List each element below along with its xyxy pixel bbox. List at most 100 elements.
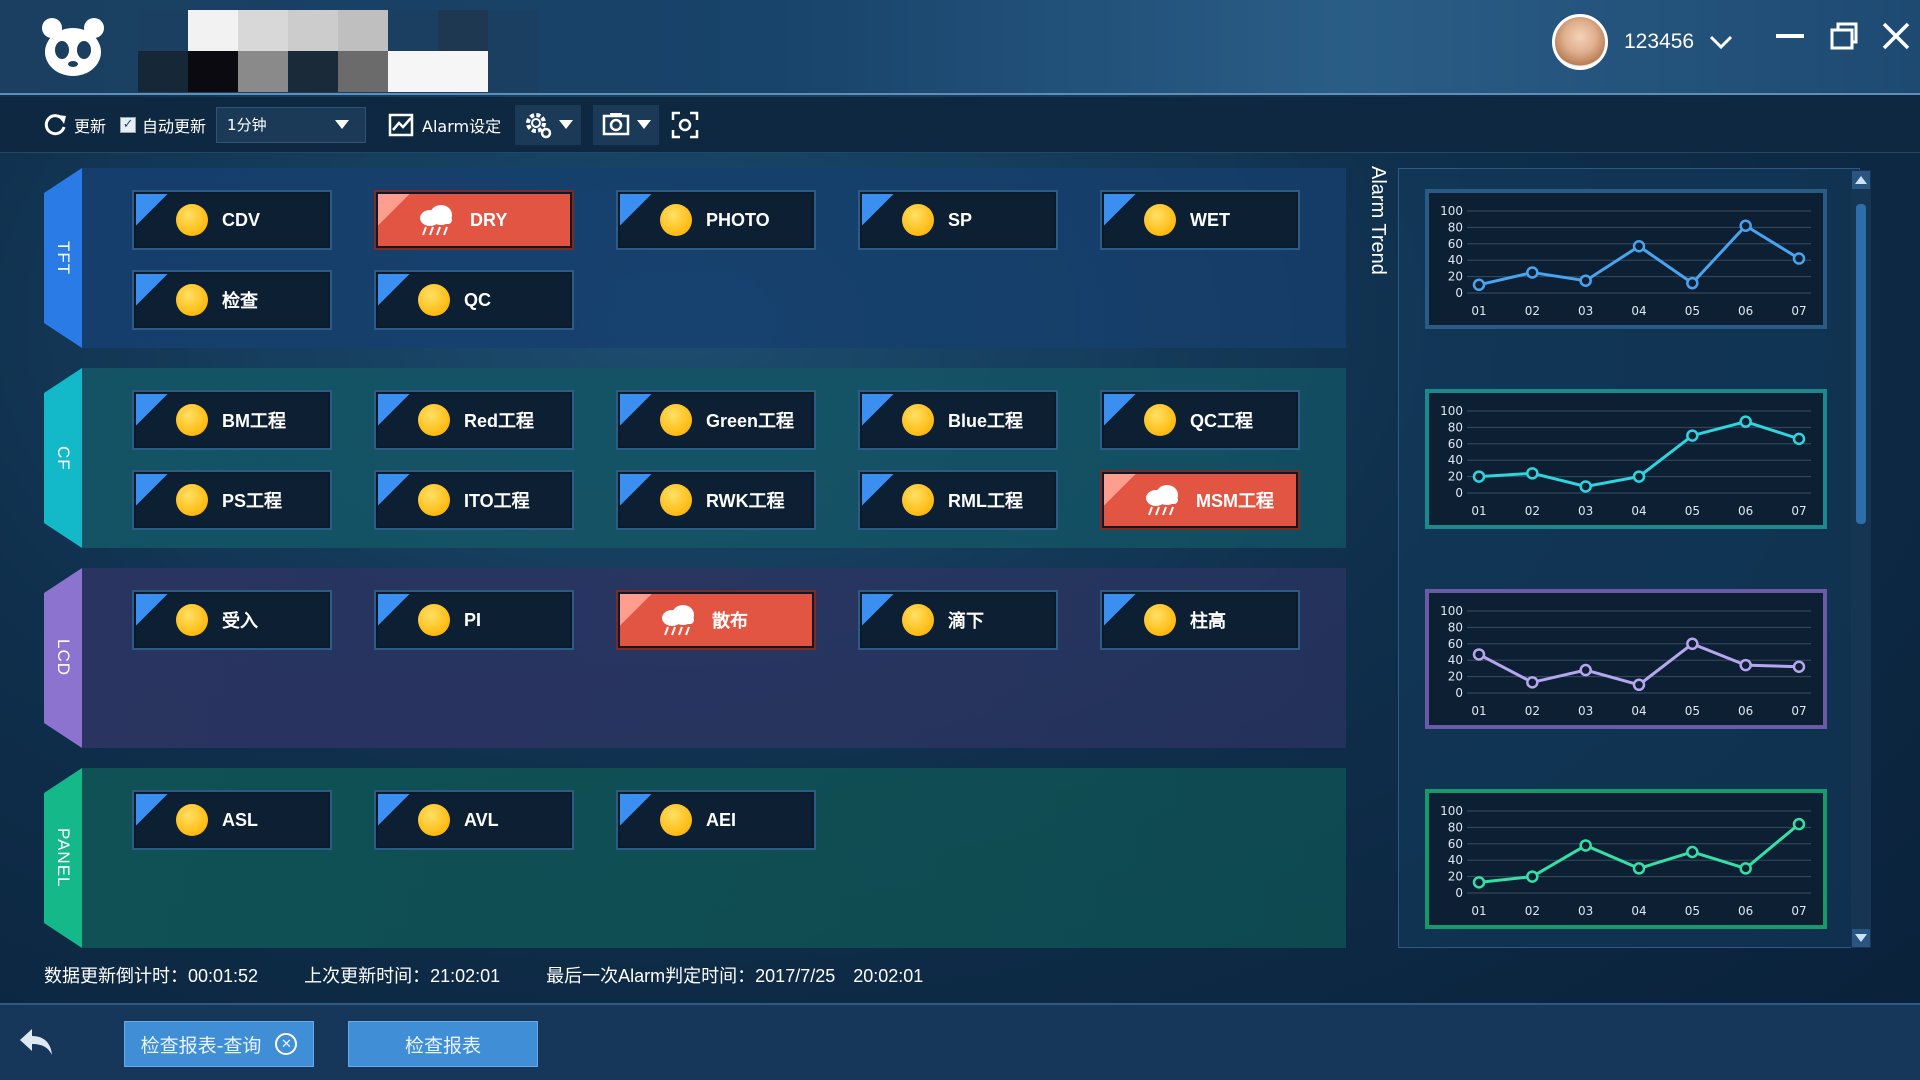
card-corner-flag xyxy=(378,274,412,308)
scroll-up-icon[interactable] xyxy=(1852,171,1870,189)
process-label: PS工程 xyxy=(222,491,283,511)
process-label: QC xyxy=(464,289,491,310)
settings-dropdown[interactable] xyxy=(515,104,582,145)
process-card[interactable]: Green工程 xyxy=(616,390,816,450)
process-card[interactable]: 柱高 xyxy=(1100,590,1300,650)
process-card[interactable]: DRY xyxy=(374,190,574,250)
auto-refresh-checkbox[interactable]: ✓ 自动更新 xyxy=(120,113,206,137)
card-corner-flag xyxy=(862,194,896,228)
process-label: Blue工程 xyxy=(948,411,1024,431)
process-label: 受入 xyxy=(222,611,258,631)
x-tick-label: 01 xyxy=(1471,504,1486,518)
scroll-down-icon[interactable] xyxy=(1852,929,1870,947)
tab-inspection-report[interactable]: 检查报表 xyxy=(348,1021,538,1067)
process-card[interactable]: QC xyxy=(374,270,574,330)
process-label: RWK工程 xyxy=(706,491,785,511)
process-label: 柱高 xyxy=(1190,611,1226,631)
process-card[interactable]: WET xyxy=(1100,190,1300,250)
user-menu[interactable]: 123456 xyxy=(1552,10,1734,74)
process-label: 散布 xyxy=(712,611,748,631)
card-corner-flag xyxy=(620,594,654,628)
close-icon[interactable] xyxy=(1880,20,1912,52)
trend-point xyxy=(1526,870,1539,883)
trend-point xyxy=(1526,266,1539,279)
trend-point xyxy=(1739,862,1752,875)
section-tab: CF xyxy=(44,368,82,548)
back-arrow-icon[interactable] xyxy=(18,1027,54,1057)
tab-inspection-report-query[interactable]: 检查报表-查询 ✕ xyxy=(124,1021,314,1067)
process-card[interactable]: Red工程 xyxy=(374,390,574,450)
x-tick-label: 06 xyxy=(1738,904,1753,918)
process-card[interactable]: QC工程 xyxy=(1100,390,1300,450)
blur-tile xyxy=(388,10,438,51)
process-card[interactable]: Blue工程 xyxy=(858,390,1058,450)
process-card[interactable]: ITO工程 xyxy=(374,470,574,530)
chevron-down-icon[interactable] xyxy=(1708,32,1734,52)
blur-tile xyxy=(138,10,188,51)
camera-settings-icon xyxy=(602,112,630,135)
restore-icon[interactable] xyxy=(1828,20,1860,52)
capture-dropdown[interactable] xyxy=(593,104,660,145)
minimize-icon[interactable] xyxy=(1774,20,1806,52)
process-card[interactable]: RWK工程 xyxy=(616,470,816,530)
process-card[interactable]: AEI xyxy=(616,790,816,850)
process-card[interactable]: 检查 xyxy=(132,270,332,330)
sun-status-icon xyxy=(660,484,692,516)
process-card[interactable]: 受入 xyxy=(132,590,332,650)
section-label: CF xyxy=(54,445,73,471)
auto-refresh-label: 自动更新 xyxy=(142,116,207,136)
tab-label: 检查报表 xyxy=(404,1034,481,1057)
x-tick-label: 04 xyxy=(1631,704,1646,718)
card-corner-flag xyxy=(136,794,170,828)
refresh-button[interactable]: 更新 xyxy=(42,112,106,138)
screenshot-button[interactable] xyxy=(671,111,705,139)
process-card[interactable]: PS工程 xyxy=(132,470,332,530)
y-tick-label: 80 xyxy=(1448,820,1463,834)
process-card[interactable]: SP xyxy=(858,190,1058,250)
section-lcd: LCD 受入 PI 散布 滴下 柱高 xyxy=(44,568,1346,748)
trend-chart-svg: 100 80 60 40 20 0 01 02 03 04 05 06 07 xyxy=(1440,204,1811,318)
close-tab-icon[interactable]: ✕ xyxy=(275,1033,298,1055)
y-tick-label: 100 xyxy=(1440,604,1463,618)
alarm-settings-button[interactable]: Alarm设定 xyxy=(388,111,501,139)
trend-chart: 100 80 60 40 20 0 01 02 03 04 05 06 07 xyxy=(1425,789,1827,929)
x-tick-label: 04 xyxy=(1631,504,1646,518)
checkbox-checked-icon[interactable]: ✓ xyxy=(120,116,137,133)
card-corner-flag xyxy=(862,474,896,508)
process-card[interactable]: CDV xyxy=(132,190,332,250)
interval-select[interactable]: 1分钟 xyxy=(216,106,367,143)
x-tick-label: 05 xyxy=(1685,904,1700,918)
process-label: QC工程 xyxy=(1190,411,1253,431)
y-tick-label: 40 xyxy=(1448,453,1463,467)
section-tft: TFT CDV DRY PHOTO SP WET 检查 QC xyxy=(44,168,1346,348)
scroll-thumb[interactable] xyxy=(1856,204,1866,524)
y-tick-label: 60 xyxy=(1448,437,1463,451)
process-card[interactable]: MSM工程 xyxy=(1100,470,1300,530)
trend-point xyxy=(1792,252,1806,265)
process-label: CDV xyxy=(222,209,261,230)
process-card[interactable]: BM工程 xyxy=(132,390,332,450)
process-card[interactable]: ASL xyxy=(132,790,332,850)
section-body: ASL AVL AEI xyxy=(82,768,1346,948)
x-tick-label: 07 xyxy=(1791,304,1806,318)
process-card[interactable]: AVL xyxy=(374,790,574,850)
trend-scrollbar[interactable] xyxy=(1851,170,1871,948)
process-card[interactable]: 散布 xyxy=(616,590,816,650)
card-corner-flag xyxy=(136,474,170,508)
trend-point xyxy=(1686,276,1699,290)
process-label: RML工程 xyxy=(948,491,1023,511)
trend-chart: 100 80 60 40 20 0 01 02 03 04 05 06 07 xyxy=(1425,389,1827,529)
process-card[interactable]: PI xyxy=(374,590,574,650)
blur-tile xyxy=(188,10,238,51)
section-tab: PANEL xyxy=(44,768,82,948)
last-alarm-text: 最后一次Alarm判定时间：2017/7/25 20:02:01 xyxy=(546,966,924,986)
blur-tile xyxy=(388,51,438,92)
trend-point xyxy=(1739,658,1752,672)
card-corner-flag xyxy=(378,794,412,828)
process-card[interactable]: RML工程 xyxy=(858,470,1058,530)
process-card[interactable]: PHOTO xyxy=(616,190,816,250)
section-body: CDV DRY PHOTO SP WET 检查 QC xyxy=(82,168,1346,348)
process-card[interactable]: 滴下 xyxy=(858,590,1058,650)
section-body: BM工程 Red工程 Green工程 Blue工程 QC工程 PS工程 ITO工… xyxy=(82,368,1346,548)
y-tick-label: 20 xyxy=(1448,270,1463,284)
